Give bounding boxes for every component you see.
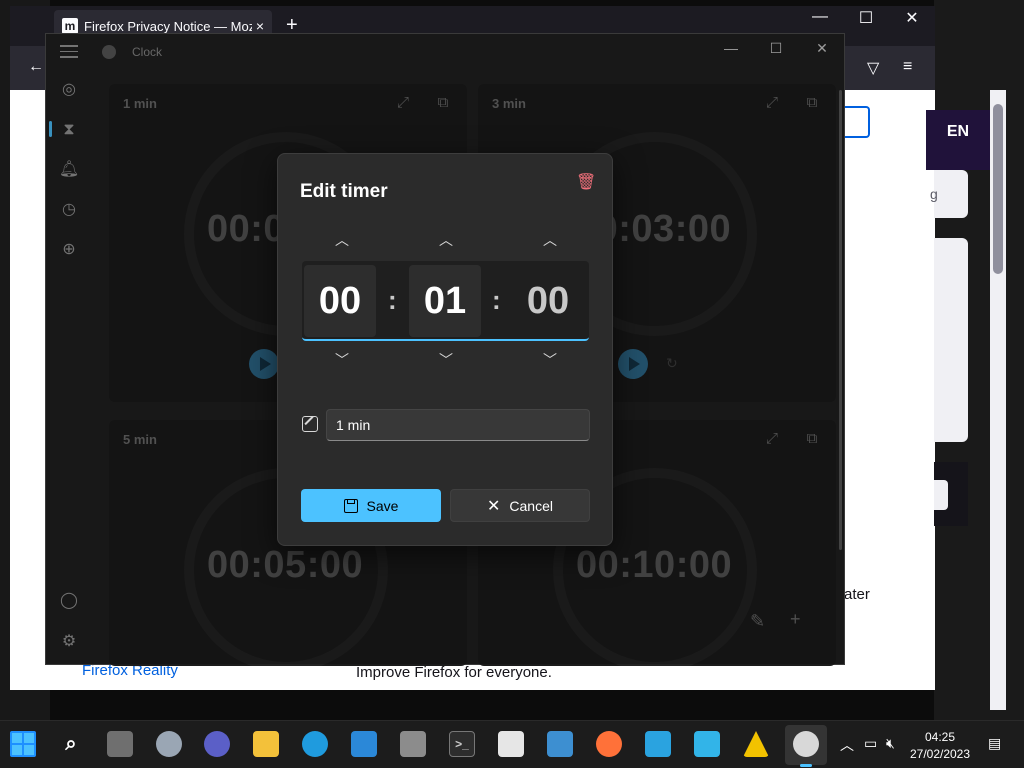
- account-icon[interactable]: ◯: [58, 590, 80, 612]
- minutes-field[interactable]: 01: [409, 265, 481, 337]
- pocket-icon[interactable]: ▽: [867, 58, 879, 78]
- hours-up-chevron-icon[interactable]: ︿: [330, 230, 354, 250]
- edit-timers-pencil-icon[interactable]: ✎: [750, 611, 765, 632]
- focus-sessions-icon[interactable]: ◎: [58, 79, 80, 101]
- task-view-icon[interactable]: [107, 731, 133, 757]
- maximize-icon[interactable]: ☐: [761, 40, 791, 57]
- mozilla-favicon-icon: m: [62, 18, 78, 34]
- taskbar-clock[interactable]: 04:25 27/02/2023: [905, 729, 975, 763]
- notifications-icon[interactable]: ▤: [988, 735, 1001, 752]
- page-scrollbar-thumb[interactable]: [993, 104, 1003, 274]
- save-button[interactable]: Save: [301, 489, 441, 522]
- search-field-fragment[interactable]: [842, 106, 870, 138]
- taskbar-time: 04:25: [924, 730, 956, 744]
- save-disk-icon: [343, 498, 358, 513]
- firefox-tab-title: Firefox Privacy Notice — Mozilla: [84, 18, 252, 34]
- expand-icon[interactable]: ⤢: [393, 94, 413, 111]
- hours-field[interactable]: 00: [304, 265, 376, 337]
- page-text-fragment: g: [930, 186, 938, 202]
- page-text: Improve Firefox for everyone.: [356, 664, 552, 681]
- clock-title: Clock: [132, 45, 163, 59]
- timer-name: 5 min: [123, 432, 157, 447]
- edit-timer-dialog: Edit timer 🗑︎ ︿ ︿ ︿ 00 : 01 : 00 ﹀ ﹀ ﹀ 1…: [277, 153, 613, 546]
- time-separator: :: [388, 285, 397, 315]
- delete-trash-icon[interactable]: 🗑︎: [576, 172, 596, 192]
- keep-on-top-icon[interactable]: ⧉: [802, 94, 822, 111]
- rename-edit-icon: [302, 416, 318, 432]
- play-button[interactable]: [249, 349, 279, 379]
- close-icon[interactable]: ✕: [807, 40, 837, 57]
- minimize-icon[interactable]: —: [716, 40, 746, 56]
- teams-chat-icon[interactable]: [204, 731, 230, 757]
- seconds-up-chevron-icon[interactable]: ︿: [538, 230, 562, 250]
- add-timer-plus-icon[interactable]: +: [790, 609, 801, 630]
- keep-on-top-icon[interactable]: ⧉: [802, 430, 822, 447]
- file-explorer-icon[interactable]: [253, 731, 279, 757]
- firefox-maximize-icon[interactable]: ☐: [846, 8, 886, 28]
- volume-muted-icon[interactable]: 🔇︎: [886, 735, 895, 752]
- clock-taskbar-icon[interactable]: [793, 731, 819, 757]
- page-banner-button[interactable]: [934, 480, 948, 510]
- warning-app-icon[interactable]: [743, 731, 769, 757]
- notepad-icon[interactable]: [547, 731, 573, 757]
- clock-titlebar: Clock — ☐ ✕: [46, 34, 844, 68]
- time-separator: :: [492, 285, 501, 315]
- nav-active-indicator: [49, 121, 52, 137]
- seconds-down-chevron-icon[interactable]: ﹀: [538, 350, 562, 370]
- minutes-up-chevron-icon[interactable]: ︿: [434, 230, 458, 250]
- reset-icon[interactable]: ↻: [666, 355, 678, 372]
- save-label: Save: [366, 497, 399, 514]
- firefox-close-icon[interactable]: ✕: [892, 8, 932, 28]
- minutes-down-chevron-icon[interactable]: ﹀: [434, 350, 458, 370]
- timer-name: 3 min: [492, 96, 526, 111]
- search-icon[interactable]: ⌕: [58, 731, 84, 757]
- firefox-icon[interactable]: [596, 731, 622, 757]
- expand-icon[interactable]: ⤢: [762, 94, 782, 111]
- menu-icon[interactable]: ≡: [903, 58, 912, 76]
- cancel-x-icon: ✕: [487, 497, 501, 515]
- hamburger-menu-icon[interactable]: [60, 45, 78, 59]
- remote-desktop-icon[interactable]: [645, 731, 671, 757]
- stopwatch-icon[interactable]: ◷: [58, 199, 80, 221]
- page-card: [934, 238, 968, 442]
- clock-app-icon: [102, 45, 116, 59]
- timer-name: 1 min: [123, 96, 157, 111]
- timer-time: 00:10:00: [576, 544, 733, 586]
- taskbar-date: 27/02/2023: [909, 747, 971, 761]
- app-icon[interactable]: [694, 731, 720, 757]
- world-clock-globe-icon[interactable]: ⊕: [58, 239, 80, 261]
- snipping-tool-icon[interactable]: [498, 731, 524, 757]
- page-card: [934, 170, 968, 218]
- hours-down-chevron-icon[interactable]: ﹀: [330, 350, 354, 370]
- active-app-indicator: [800, 764, 812, 767]
- cancel-label: Cancel: [509, 497, 553, 514]
- alarm-bell-icon[interactable]: 🔔︎: [58, 159, 80, 181]
- terminal-icon[interactable]: >_: [449, 731, 475, 757]
- timers-scrollbar[interactable]: [839, 90, 842, 550]
- windows-start-icon[interactable]: [10, 731, 36, 757]
- timer-time: 00:05:00: [207, 544, 364, 586]
- seconds-field[interactable]: 00: [512, 265, 584, 337]
- keep-on-top-icon[interactable]: ⧉: [433, 94, 453, 111]
- tab-close-icon[interactable]: ×: [256, 18, 264, 34]
- timer-hourglass-icon[interactable]: ⧗: [58, 119, 80, 141]
- microsoft-store-icon[interactable]: [351, 731, 377, 757]
- edge-browser-icon[interactable]: [302, 731, 328, 757]
- network-icon[interactable]: ▭: [864, 735, 877, 752]
- cancel-button[interactable]: ✕ Cancel: [450, 489, 590, 522]
- show-hidden-icons-chevron-icon[interactable]: ︿: [840, 735, 854, 755]
- taskbar: ⌕ >_ ︿ ▭ 🔇︎ 04:25 27/02/2023 ▤: [0, 720, 1024, 768]
- play-button[interactable]: [618, 349, 648, 379]
- page-text-fragment: ater: [844, 586, 870, 603]
- firefox-minimize-icon[interactable]: —: [800, 8, 840, 26]
- widgets-weather-icon[interactable]: [156, 731, 182, 757]
- back-icon[interactable]: ←: [28, 58, 44, 76]
- timer-name-input[interactable]: 1 min: [326, 409, 590, 441]
- language-selector[interactable]: EN: [926, 110, 990, 170]
- time-picker: 00 : 01 : 00: [302, 261, 589, 341]
- expand-icon[interactable]: ⤢: [762, 430, 782, 447]
- dialog-title: Edit timer: [300, 181, 388, 202]
- settings-gear-icon[interactable]: ⚙: [58, 631, 80, 653]
- system-tool-icon[interactable]: [400, 731, 426, 757]
